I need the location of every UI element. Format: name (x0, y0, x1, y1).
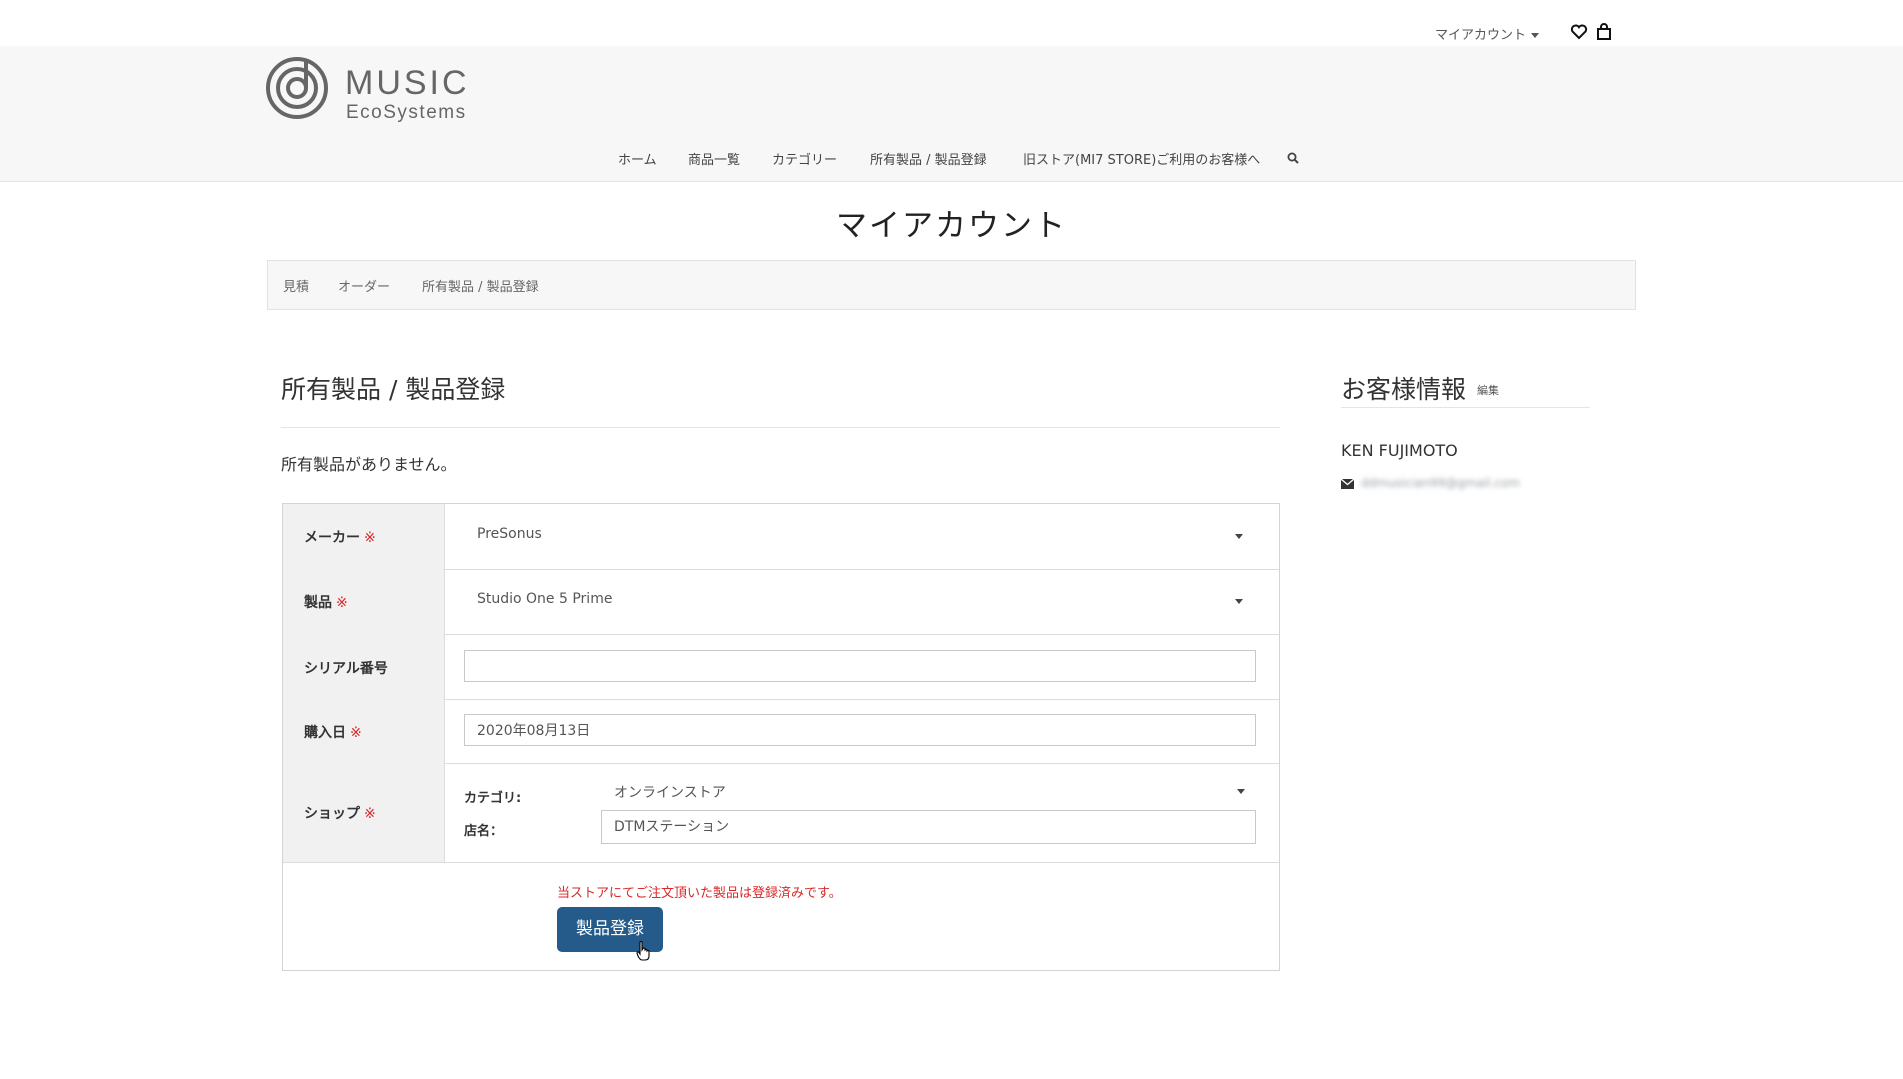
logo-mark-icon (266, 57, 328, 119)
product-select[interactable]: Studio One 5 Prime (445, 569, 1279, 634)
maker-label-text: メーカー (304, 530, 360, 546)
search-icon[interactable] (1287, 152, 1299, 164)
section-title: 所有製品 / 製品登録 (281, 375, 506, 404)
customer-name: KEN FUJIMOTO (1341, 441, 1458, 460)
purchase-label-text: 購入日 (304, 725, 346, 741)
hand-cursor-icon (636, 941, 650, 961)
heart-icon[interactable] (1570, 23, 1588, 41)
site-header: MUSIC EcoSystems ホーム 商品一覧 カテゴリー 所有製品 / 製… (0, 46, 1903, 182)
empty-products-text: 所有製品がありません。 (281, 455, 457, 474)
section-divider (281, 427, 1280, 428)
tab-orders[interactable]: オーダー (338, 276, 390, 295)
page-title: マイアカウント (836, 208, 1067, 244)
chevron-down-icon (1235, 534, 1243, 539)
customer-edit-link[interactable]: 編集 (1477, 382, 1499, 398)
product-label-text: 製品 (304, 595, 332, 611)
product-label-cell: 製品 ※ (283, 569, 445, 634)
chevron-down-icon (1531, 33, 1540, 38)
customer-divider (1341, 407, 1590, 408)
logo-text-ecosystems: EcoSystems (346, 102, 467, 123)
nav-item-old-store[interactable]: 旧ストア(MI7 STORE)ご利用のお客様へ (1023, 149, 1260, 168)
form-row-purchase-date: 購入日 ※ 2020年08月13日 (283, 699, 1279, 764)
serial-number-input[interactable] (464, 650, 1256, 682)
main-nav: ホーム 商品一覧 カテゴリー 所有製品 / 製品登録 旧ストア(MI7 STOR… (0, 149, 1903, 171)
nav-item-home[interactable]: ホーム (618, 149, 657, 168)
customer-email: ddmusician99@gmail.com (1361, 476, 1521, 490)
envelope-icon (1341, 479, 1354, 489)
serial-label-cell: シリアル番号 (283, 634, 445, 699)
product-label: 製品 ※ (304, 592, 348, 612)
account-menu-label: マイアカウント (1435, 28, 1527, 43)
shop-label-text: ショップ (304, 806, 360, 822)
purchase-label: 購入日 ※ (304, 722, 362, 742)
form-row-product: 製品 ※ Studio One 5 Prime (283, 569, 1279, 635)
shop-label-cell: ショップ ※ (283, 763, 445, 862)
store-name-label: 店名： (464, 824, 504, 839)
purchase-date-input[interactable]: 2020年08月13日 (464, 714, 1256, 746)
form-actions: 当ストアにてご注文頂いた製品は登録済みです。 製品登録 (283, 862, 1279, 970)
customer-info-title: お客様情報 (1341, 375, 1467, 404)
maker-label: メーカー ※ (304, 527, 376, 547)
store-name-input[interactable]: DTMステーション (601, 810, 1256, 844)
purchase-label-cell: 購入日 ※ (283, 699, 445, 763)
maker-select[interactable]: PreSonus (445, 504, 1279, 569)
serial-label: シリアル番号 (304, 661, 388, 677)
top-utility-bar: マイアカウント (0, 0, 1903, 46)
registration-notice: 当ストアにてご注文頂いた製品は登録済みです。 (557, 886, 842, 901)
shop-label: ショップ ※ (304, 803, 376, 823)
tab-quotes[interactable]: 見積 (283, 276, 309, 295)
shop-category-label: カテゴリ: (464, 791, 522, 806)
required-mark: ※ (336, 595, 348, 611)
logo-text-music: MUSIC (345, 64, 470, 102)
nav-item-categories[interactable]: カテゴリー (772, 149, 837, 168)
form-row-shop: ショップ ※ カテゴリ: オンラインストア 店名： DTMステーション (283, 763, 1279, 863)
product-registration-form: メーカー ※ PreSonus 製品 ※ Studio One 5 Prime シリ… (282, 503, 1280, 971)
tab-owned-products[interactable]: 所有製品 / 製品登録 (422, 276, 539, 295)
site-logo[interactable]: MUSIC EcoSystems (266, 54, 476, 124)
shop-category-value: オンラインストア (614, 785, 726, 801)
required-mark: ※ (364, 806, 376, 822)
form-row-serial: シリアル番号 (283, 634, 1279, 700)
shop-category-select[interactable]: オンラインストア (601, 775, 1256, 805)
required-mark: ※ (350, 725, 362, 741)
account-menu[interactable]: マイアカウント (1435, 24, 1540, 43)
nav-item-products[interactable]: 商品一覧 (688, 149, 740, 168)
account-tabs: 見積 オーダー 所有製品 / 製品登録 (267, 260, 1636, 310)
chevron-down-icon (1235, 599, 1243, 604)
product-select-value: Studio One 5 Prime (477, 591, 613, 607)
shopping-bag-icon[interactable] (1595, 23, 1613, 41)
maker-label-cell: メーカー ※ (283, 504, 445, 569)
maker-select-value: PreSonus (477, 526, 542, 542)
form-row-maker: メーカー ※ PreSonus (283, 504, 1279, 570)
required-mark: ※ (364, 530, 376, 546)
chevron-down-icon (1237, 789, 1245, 794)
nav-item-owned-products[interactable]: 所有製品 / 製品登録 (870, 149, 987, 168)
